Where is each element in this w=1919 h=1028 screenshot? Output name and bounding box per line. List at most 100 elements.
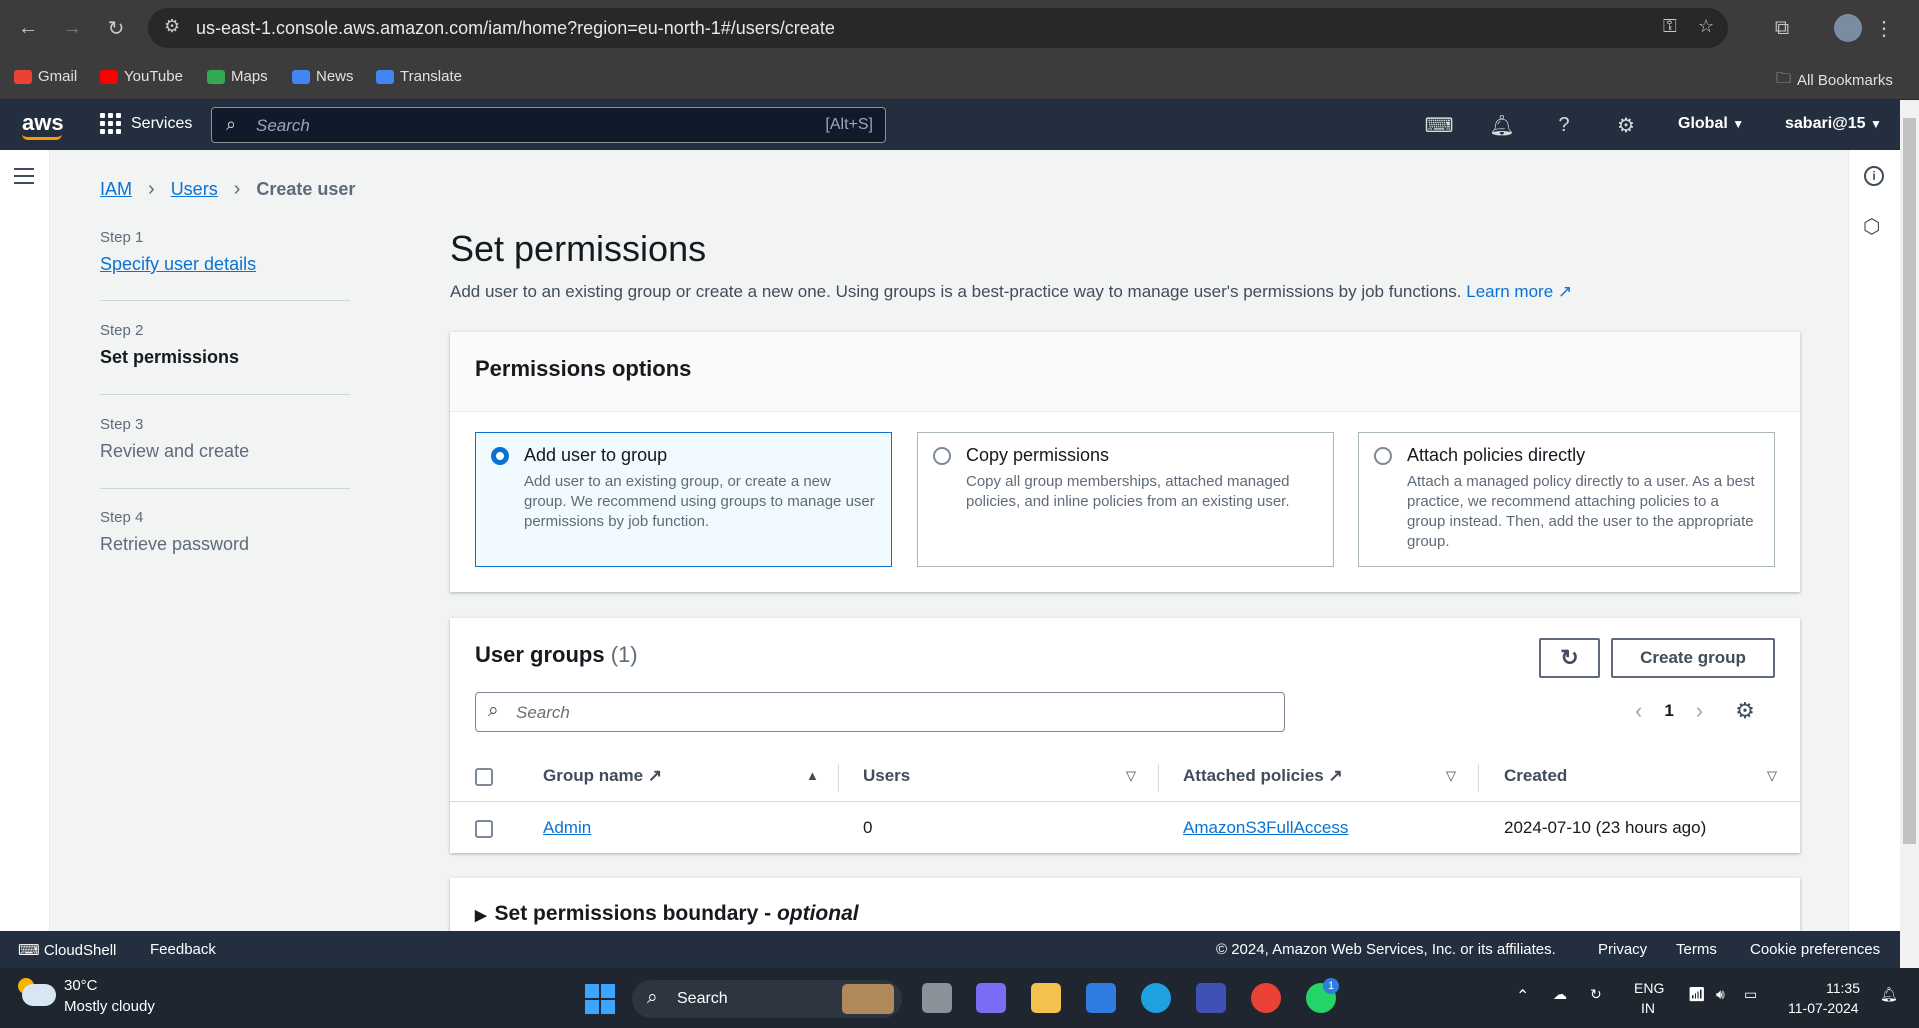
- store-icon[interactable]: [1086, 983, 1116, 1013]
- privacy-link[interactable]: Privacy: [1598, 941, 1647, 958]
- site-info-icon[interactable]: ⚙: [164, 16, 180, 37]
- cloud-icon: [22, 984, 56, 1006]
- policy-link[interactable]: AmazonS3FullAccess: [1183, 818, 1348, 837]
- task-view-icon[interactable]: [922, 983, 952, 1013]
- clock-date[interactable]: 11-07-2024: [1788, 1000, 1859, 1016]
- copyright-text: © 2024, Amazon Web Services, Inc. or its…: [1216, 941, 1556, 958]
- select-all-checkbox[interactable]: [475, 768, 493, 786]
- radio-unselected[interactable]: [1374, 447, 1392, 465]
- key-icon[interactable]: ⚿: [1663, 16, 1677, 37]
- notification-bell-icon[interactable]: 🔔︎: [1880, 986, 1898, 1003]
- clock-time[interactable]: 11:35: [1826, 980, 1860, 996]
- volume-icon[interactable]: 🔊︎: [1716, 986, 1725, 1003]
- bookmark-maps[interactable]: Maps: [207, 68, 268, 85]
- table-settings-icon[interactable]: ⚙: [1735, 698, 1755, 724]
- breadcrumb-users[interactable]: Users: [171, 179, 218, 200]
- account-menu[interactable]: sabari@15 ▼: [1785, 115, 1882, 133]
- option-attach-policies[interactable]: Attach policies directly Attach a manage…: [1358, 432, 1775, 567]
- help-icon[interactable]: ?: [1551, 112, 1577, 138]
- services-button[interactable]: Services: [100, 113, 192, 134]
- step-1-link[interactable]: Specify user details: [100, 254, 350, 275]
- chevron-right-icon[interactable]: ›: [1696, 698, 1703, 724]
- breadcrumb-iam[interactable]: IAM: [100, 179, 132, 200]
- bookmark-youtube[interactable]: YouTube: [100, 68, 183, 85]
- caret-down-icon: ▼: [1870, 117, 1882, 131]
- sort-desc-icon[interactable]: ▽: [1446, 768, 1456, 784]
- chevron-left-icon[interactable]: ‹: [1635, 698, 1642, 724]
- page-number[interactable]: 1: [1664, 701, 1673, 721]
- wifi-icon[interactable]: 📶︎: [1688, 986, 1706, 1003]
- folder-icon: 🗀: [1776, 70, 1792, 87]
- groups-search-input[interactable]: ⌕ Search: [475, 692, 1285, 732]
- option-copy-permissions[interactable]: Copy permissions Copy all group membersh…: [917, 432, 1334, 567]
- feedback-link[interactable]: Feedback: [150, 941, 216, 958]
- chrome-icon[interactable]: [1251, 983, 1281, 1013]
- extensions-icon[interactable]: ⧉: [1766, 12, 1798, 44]
- cloudshell-icon[interactable]: ⌨: [1425, 112, 1454, 138]
- back-icon[interactable]: ←: [12, 12, 44, 44]
- file-explorer-icon[interactable]: [1031, 983, 1061, 1013]
- scrollbar[interactable]: [1900, 100, 1919, 968]
- sync-icon[interactable]: ↻: [1590, 986, 1602, 1003]
- user-groups-panel: User groups (1) ↻ Create group ⌕ Search …: [450, 618, 1800, 853]
- col-group-name[interactable]: Group name ↗: [543, 766, 662, 786]
- group-name-link[interactable]: Admin: [543, 818, 591, 837]
- info-icon[interactable]: i: [1864, 166, 1884, 186]
- battery-icon[interactable]: ▭: [1744, 986, 1757, 1003]
- region-selector[interactable]: Global ▼: [1678, 115, 1744, 133]
- copilot-icon[interactable]: [976, 983, 1006, 1013]
- caret-down-icon: ▼: [1732, 117, 1745, 131]
- weather-temp[interactable]: 30°C: [64, 977, 98, 994]
- cloudshell-button[interactable]: ⌨ CloudShell: [18, 941, 116, 959]
- cookie-preferences-link[interactable]: Cookie preferences: [1750, 941, 1880, 958]
- col-divider[interactable]: [838, 764, 839, 792]
- refresh-button[interactable]: ↻: [1539, 638, 1600, 678]
- hexagon-icon[interactable]: ⬡: [1863, 214, 1880, 239]
- scroll-thumb[interactable]: [1903, 118, 1916, 844]
- chevron-right-icon: ›: [233, 178, 241, 200]
- notifications-icon[interactable]: 🔔︎: [1489, 112, 1515, 138]
- sort-desc-icon[interactable]: ▽: [1767, 768, 1777, 784]
- col-attached-policies[interactable]: Attached policies ↗: [1183, 766, 1343, 786]
- panel-header: Permissions options: [450, 332, 1800, 412]
- sort-asc-icon[interactable]: ▲: [806, 768, 819, 783]
- settings-icon[interactable]: ⚙: [1613, 112, 1639, 138]
- menu-toggle-icon[interactable]: [14, 168, 34, 184]
- bookmark-star-icon[interactable]: ☆: [1698, 16, 1714, 37]
- edge-icon[interactable]: [1141, 983, 1171, 1013]
- taskbar-search[interactable]: ⌕ Search: [632, 980, 902, 1018]
- row-checkbox[interactable]: [475, 820, 493, 838]
- bookmark-translate[interactable]: Translate: [376, 68, 462, 85]
- boundary-expander[interactable]: ▶ Set permissions boundary - optional: [475, 902, 859, 926]
- aws-search-input[interactable]: ⌕ Search [Alt+S]: [211, 107, 886, 143]
- aws-logo[interactable]: aws: [22, 110, 64, 136]
- terms-link[interactable]: Terms: [1676, 941, 1717, 958]
- weather-desc[interactable]: Mostly cloudy: [64, 998, 155, 1015]
- search-icon: ⌕: [647, 987, 658, 1008]
- col-created[interactable]: Created: [1504, 766, 1567, 786]
- chevron-up-icon[interactable]: ⌃: [1516, 986, 1529, 1006]
- col-divider[interactable]: [1158, 764, 1159, 792]
- profile-avatar[interactable]: [1834, 14, 1862, 42]
- menu-icon[interactable]: ⋮: [1868, 12, 1900, 44]
- bookmark-news[interactable]: News: [292, 68, 354, 85]
- app-icon[interactable]: [1196, 983, 1226, 1013]
- address-bar[interactable]: ⚙ us-east-1.console.aws.amazon.com/iam/h…: [148, 8, 1728, 48]
- reload-icon[interactable]: ↻: [100, 12, 132, 44]
- radio-selected[interactable]: [491, 447, 509, 465]
- all-bookmarks[interactable]: 🗀 All Bookmarks: [1776, 68, 1893, 93]
- gmail-icon: [14, 69, 32, 84]
- col-users[interactable]: Users: [863, 766, 910, 786]
- language-label[interactable]: ENG: [1634, 980, 1664, 996]
- option-add-user-to-group[interactable]: Add user to group Add user to an existin…: [475, 432, 892, 567]
- col-divider[interactable]: [1478, 764, 1479, 792]
- onedrive-icon[interactable]: ☁: [1553, 986, 1567, 1003]
- sort-desc-icon[interactable]: ▽: [1126, 768, 1136, 784]
- bookmark-gmail[interactable]: Gmail: [14, 68, 77, 85]
- learn-more-link[interactable]: Learn more ↗: [1466, 282, 1572, 301]
- windows-start-icon[interactable]: [585, 984, 615, 1014]
- forward-icon[interactable]: →: [56, 12, 88, 44]
- radio-unselected[interactable]: [933, 447, 951, 465]
- language-region[interactable]: IN: [1641, 1000, 1655, 1016]
- create-group-button[interactable]: Create group: [1611, 638, 1775, 678]
